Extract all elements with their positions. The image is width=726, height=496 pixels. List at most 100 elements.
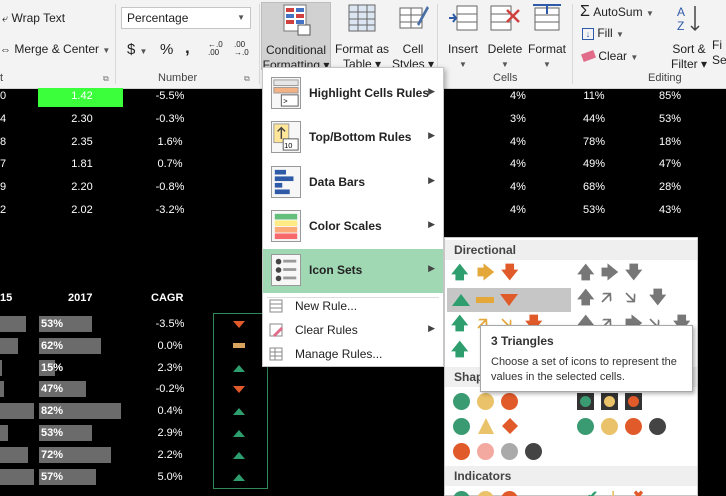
- data-bar-2015[interactable]: [0, 337, 18, 354]
- icon-set-4-arrows-gray[interactable]: 🡅 🡥 🡦 🡇: [575, 288, 695, 312]
- icon-set-4-traffic-lights[interactable]: [575, 415, 695, 439]
- table-cell[interactable]: 2.20: [60, 181, 104, 193]
- data-bar-2015[interactable]: [0, 468, 34, 485]
- icon-set-3-symbols-circled[interactable]: [447, 488, 571, 496]
- icon-set-3-traffic-lights-rimmed[interactable]: [575, 390, 695, 414]
- wrap-text-button[interactable]: ⤶ Wrap Text: [2, 11, 65, 26]
- icon-set-3-symbols[interactable]: ✔ ! ✖: [575, 488, 695, 496]
- table-cell[interactable]: 78%: [576, 136, 612, 148]
- table-cell[interactable]: -0.3%: [150, 113, 190, 125]
- cagr-cell[interactable]: -3.5%: [150, 318, 190, 330]
- icon-set-3-signs[interactable]: [447, 415, 571, 439]
- table-cell[interactable]: 43%: [652, 204, 688, 216]
- table-cell[interactable]: 4%: [500, 204, 536, 216]
- table-cell[interactable]: -0.8%: [150, 181, 190, 193]
- format-as-table-button[interactable]: Format as Table ▾: [333, 2, 391, 72]
- find-select-button[interactable]: Fi Se: [712, 2, 726, 68]
- table-cell[interactable]: 4: [0, 113, 10, 125]
- table-cell[interactable]: 4%: [500, 90, 536, 102]
- data-bar-2017[interactable]: 15%: [39, 359, 63, 376]
- table-cell[interactable]: 68%: [576, 181, 612, 193]
- fill-button[interactable]: ↓ Fill ▼: [582, 26, 624, 40]
- data-bar-2015[interactable]: [0, 359, 2, 376]
- table-cell[interactable]: 0: [0, 90, 10, 102]
- menu-item-new-rule[interactable]: New Rule...: [263, 295, 443, 317]
- table-cell[interactable]: -3.2%: [150, 204, 190, 216]
- menu-item-highlight-cells-rules[interactable]: > Highlight Cells Rules ▶: [263, 72, 443, 114]
- percent-button[interactable]: %: [160, 41, 173, 58]
- table-cell[interactable]: 2.35: [60, 136, 104, 148]
- data-bar-2015[interactable]: [0, 446, 28, 463]
- insert-button[interactable]: Insert ▼: [444, 2, 482, 72]
- icon-set-3-triangles[interactable]: [447, 288, 571, 312]
- icon-set-3-arrows-colored[interactable]: 🡅 🡆 🡇: [447, 263, 571, 287]
- data-bar-2017[interactable]: 62%: [39, 337, 101, 354]
- cagr-cell[interactable]: 2.3%: [150, 362, 190, 374]
- table-cell[interactable]: 28%: [652, 181, 688, 193]
- table-cell[interactable]: 44%: [576, 113, 612, 125]
- currency-button[interactable]: $ ▼: [127, 41, 147, 58]
- menu-item-manage-rules[interactable]: Manage Rules...: [263, 343, 443, 365]
- cell-styles-button[interactable]: Cell Styles ▾: [391, 2, 435, 72]
- data-bar-2015[interactable]: [0, 425, 8, 441]
- cagr-cell[interactable]: 0.4%: [150, 405, 190, 417]
- table-cell[interactable]: 2: [0, 204, 10, 216]
- table-cell[interactable]: 7: [0, 158, 10, 170]
- table-cell[interactable]: 1.81: [60, 158, 104, 170]
- data-bar-2015[interactable]: [0, 403, 34, 420]
- table-cell[interactable]: 1.42: [60, 90, 104, 102]
- table-cell[interactable]: 4%: [500, 181, 536, 193]
- table-cell[interactable]: 53%: [652, 113, 688, 125]
- cagr-cell[interactable]: 5.0%: [150, 471, 190, 483]
- increase-decimal-button[interactable]: ←.0 .00: [208, 41, 226, 57]
- decrease-decimal-button[interactable]: .00 →.0: [234, 41, 252, 57]
- table-cell[interactable]: 85%: [652, 90, 688, 102]
- table-cell[interactable]: 47%: [652, 158, 688, 170]
- table-cell[interactable]: 9: [0, 181, 10, 193]
- menu-item-data-bars[interactable]: Data Bars ▶: [263, 161, 443, 203]
- table-cell[interactable]: 1.6%: [150, 136, 190, 148]
- table-cell[interactable]: 3%: [500, 113, 536, 125]
- table-cell[interactable]: 49%: [576, 158, 612, 170]
- icon-set-3-arrows-gray[interactable]: 🡅 🡆 🡇: [575, 263, 695, 287]
- data-bar-2017[interactable]: 47%: [39, 381, 86, 398]
- icon-set-red-to-black[interactable]: [447, 440, 571, 464]
- format-button[interactable]: Format ▼: [527, 2, 567, 72]
- data-bar-2017[interactable]: 53%: [39, 425, 92, 441]
- data-bar-2017[interactable]: 57%: [39, 468, 96, 485]
- number-launcher-icon[interactable]: ⧉: [244, 74, 250, 84]
- selected-range[interactable]: [213, 313, 268, 489]
- cagr-cell[interactable]: 2.9%: [150, 427, 190, 439]
- cagr-cell[interactable]: 2.2%: [150, 449, 190, 461]
- conditional-formatting-button[interactable]: Conditional Formatting ▾: [261, 2, 331, 72]
- menu-item-clear-rules[interactable]: Clear Rules ▶: [263, 319, 443, 341]
- icon-set-3-traffic-lights[interactable]: [447, 390, 571, 414]
- data-bar-2015[interactable]: [0, 316, 26, 332]
- data-bar-2017[interactable]: 72%: [39, 446, 111, 463]
- number-format-select[interactable]: Percentage ▼: [121, 7, 251, 29]
- table-cell[interactable]: 0.7%: [150, 158, 190, 170]
- menu-item-icon-sets[interactable]: Icon Sets ▶: [263, 249, 443, 293]
- table-cell[interactable]: 2.30: [60, 113, 104, 125]
- table-cell[interactable]: 2.02: [60, 204, 104, 216]
- autosum-button[interactable]: Σ AutoSum ▼: [580, 3, 654, 21]
- delete-button[interactable]: Delete ▼: [485, 2, 525, 72]
- sort-filter-button[interactable]: A Z Sort & Filter ▾: [668, 2, 710, 72]
- cagr-cell[interactable]: 0.0%: [150, 340, 190, 352]
- table-cell[interactable]: -5.5%: [150, 90, 190, 102]
- table-cell[interactable]: 53%: [576, 204, 612, 216]
- table-cell[interactable]: 8: [0, 136, 10, 148]
- alignment-launcher-icon[interactable]: ⧉: [103, 74, 109, 84]
- clear-button[interactable]: Clear ▼: [581, 49, 638, 63]
- comma-button[interactable]: ,: [185, 38, 190, 58]
- table-cell[interactable]: 4%: [500, 158, 536, 170]
- table-cell[interactable]: 18%: [652, 136, 688, 148]
- data-bar-2015[interactable]: [0, 381, 4, 398]
- data-bar-2017[interactable]: 53%: [39, 316, 92, 332]
- menu-item-color-scales[interactable]: Color Scales ▶: [263, 205, 443, 247]
- table-cell[interactable]: 4%: [500, 136, 536, 148]
- data-bar-2017[interactable]: 82%: [39, 403, 121, 420]
- cagr-cell[interactable]: -0.2%: [150, 383, 190, 395]
- table-cell[interactable]: 11%: [576, 90, 612, 102]
- merge-center-button[interactable]: ⇔ Merge & Center ▼: [0, 42, 110, 56]
